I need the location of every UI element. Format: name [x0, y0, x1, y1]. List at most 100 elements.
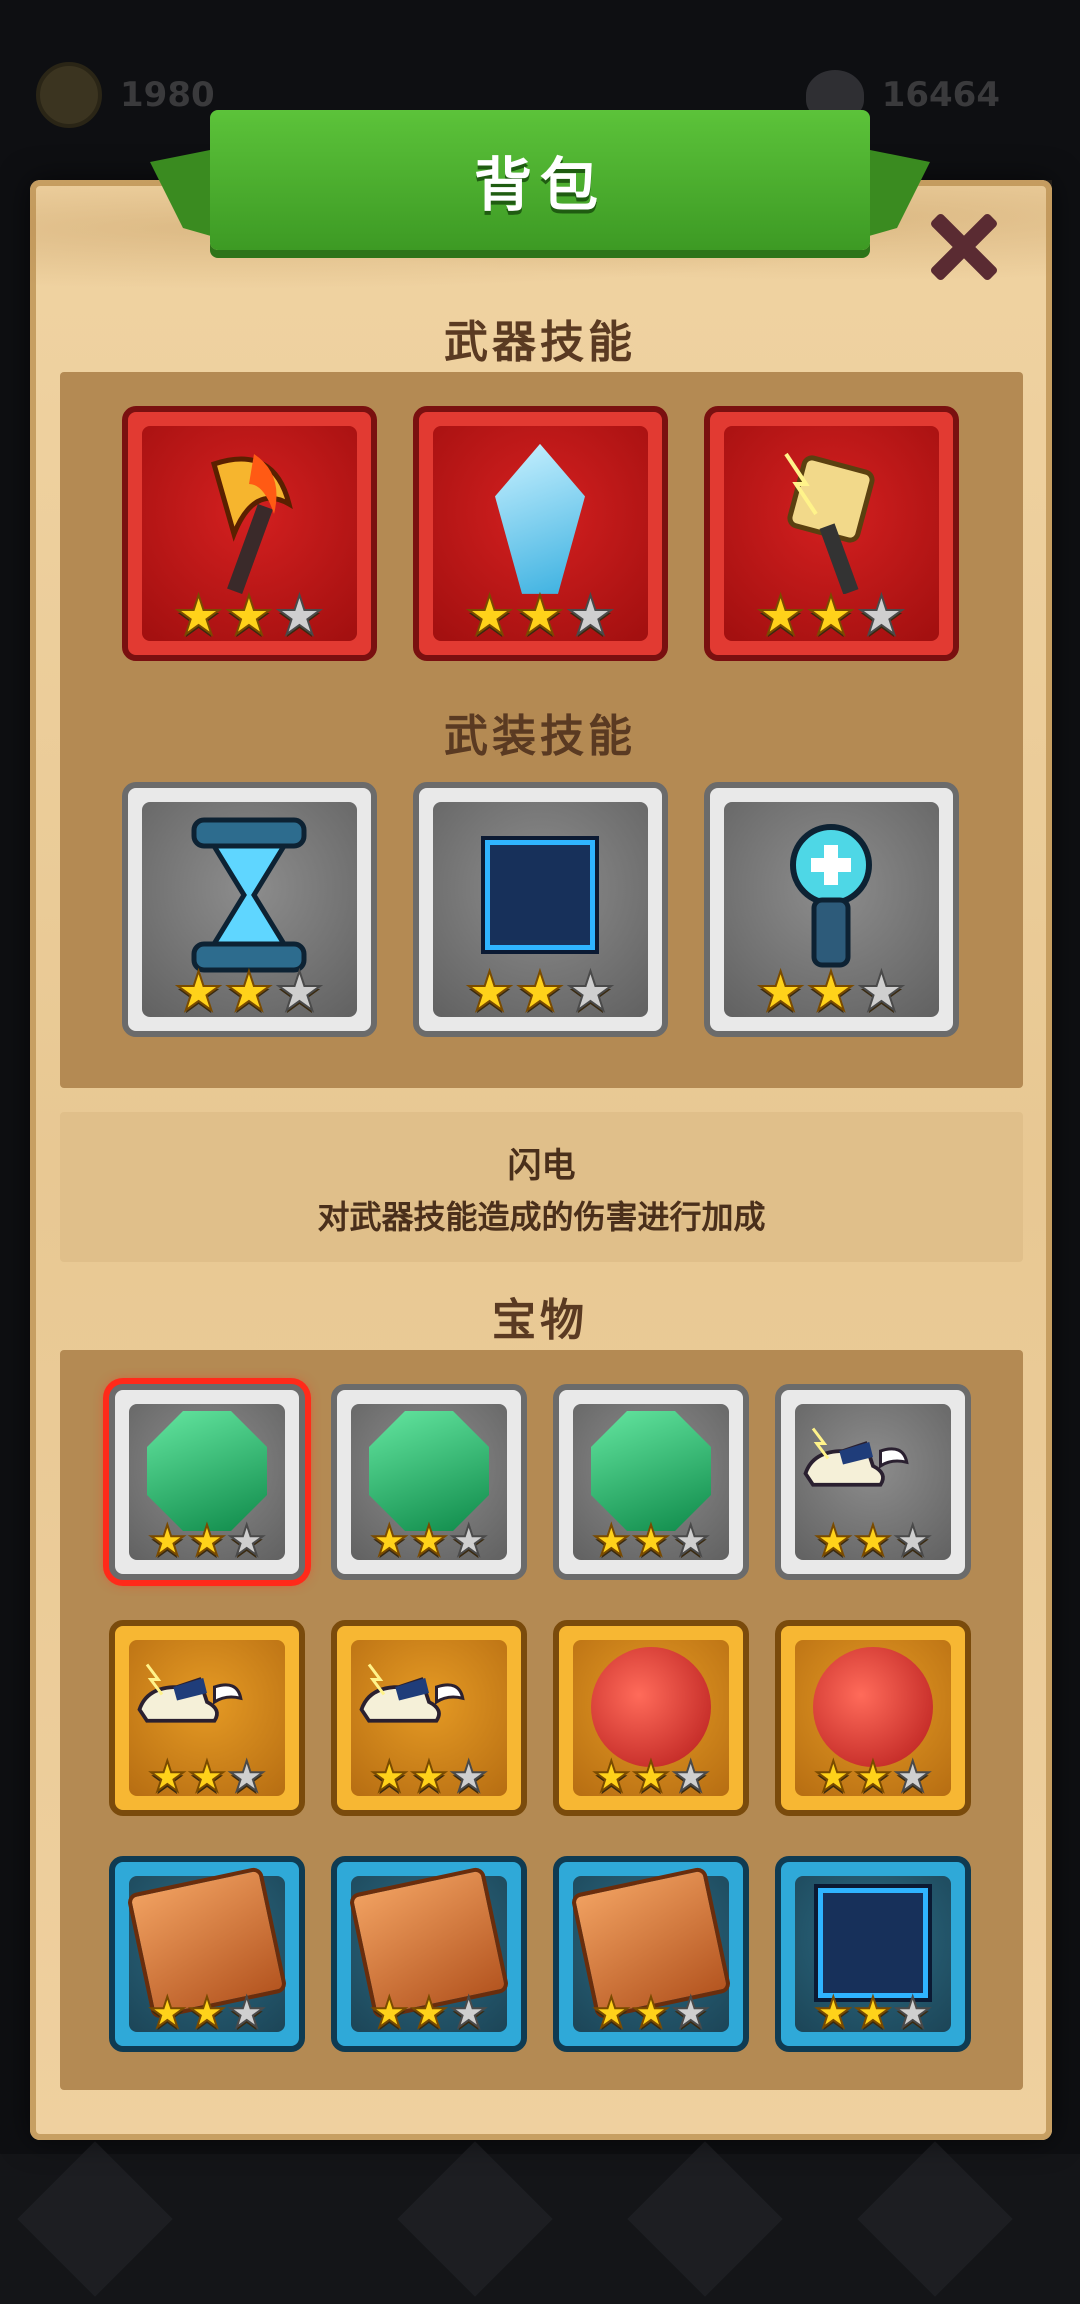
weapon-skill-slot[interactable]: ★ ★ ★ [412, 406, 668, 661]
star-filled-icon: ★ [515, 584, 565, 647]
lightning-hammer-icon [776, 444, 886, 595]
treasure-slot[interactable]: ★ ★ ★ [331, 1384, 527, 1580]
dialog-title: 背包 [473, 151, 606, 219]
star-filled-icon: ★ [370, 1516, 410, 1565]
star-filled-icon: ★ [814, 1752, 854, 1801]
skill-name: 闪电 [507, 1146, 576, 1186]
winged-shoe-icon [354, 1657, 504, 1757]
star-filled-icon: ★ [464, 584, 514, 647]
armor-skill-slot[interactable]: ★ ★ ★ [412, 782, 668, 1037]
star-rating: ★ ★ ★ [337, 1752, 521, 1801]
star-rating: ★ ★ ★ [419, 960, 662, 1023]
treasure-slot[interactable]: ★ ★ ★ [553, 1856, 749, 2052]
treasure-slot[interactable]: ★ ★ ★ [331, 1620, 527, 1816]
star-empty-icon: ★ [227, 1988, 267, 2037]
weapon-skill-slot[interactable]: ★ ★ ★ [703, 406, 959, 661]
star-filled-icon: ★ [592, 1516, 632, 1565]
treasure-slot[interactable]: ★ ★ ★ [109, 1384, 305, 1580]
star-rating: ★ ★ ★ [337, 1988, 521, 2037]
star-filled-icon: ★ [370, 1988, 410, 2037]
treasure-slot[interactable]: ★ ★ ★ [331, 1856, 527, 2052]
star-filled-icon: ★ [148, 1516, 188, 1565]
star-rating: ★ ★ ★ [781, 1752, 965, 1801]
star-filled-icon: ★ [187, 1988, 227, 2037]
star-filled-icon: ★ [631, 1988, 671, 2037]
winged-shoe-icon [798, 1421, 948, 1521]
star-filled-icon: ★ [173, 960, 223, 1023]
red-pot-icon [591, 1646, 711, 1767]
red-pot-icon [813, 1646, 933, 1767]
treasure-slot[interactable]: ★ ★ ★ [775, 1856, 971, 2052]
star-rating: ★ ★ ★ [128, 584, 371, 647]
star-filled-icon: ★ [853, 1988, 893, 2037]
winged-shoe-icon [132, 1657, 282, 1757]
flaming-axe-icon [194, 444, 304, 594]
energy-cube-icon [481, 835, 599, 954]
star-rating: ★ ★ ★ [781, 1516, 965, 1565]
arrow-icon [17, 2141, 173, 2297]
armor-skills-title: 武装技能 [444, 711, 636, 762]
skull-nav-icon [397, 2141, 553, 2297]
star-empty-icon: ★ [449, 1516, 489, 1565]
star-filled-icon: ★ [592, 1988, 632, 2037]
star-empty-icon: ★ [671, 1988, 711, 2037]
treasure-slot[interactable]: ★ ★ ★ [775, 1384, 971, 1580]
star-rating: ★ ★ ★ [559, 1516, 743, 1565]
star-filled-icon: ★ [370, 1752, 410, 1801]
star-empty-icon: ★ [274, 584, 324, 647]
star-empty-icon: ★ [449, 1752, 489, 1801]
star-empty-icon: ★ [565, 584, 615, 647]
armor-skills-row: ★ ★ ★ ★ ★ ★ ★ ★ ★ [0, 782, 1080, 1037]
star-rating: ★ ★ ★ [781, 1988, 965, 2037]
skill-effect: 对武器技能造成的伤害进行加成 [317, 1198, 766, 1236]
star-empty-icon: ★ [671, 1516, 711, 1565]
star-filled-icon: ★ [806, 584, 856, 647]
star-empty-icon: ★ [227, 1752, 267, 1801]
treasures-row: ★ ★ ★ ★ ★ ★ ★ ★ ★ ★ ★ ★ [0, 1856, 1080, 2052]
star-filled-icon: ★ [631, 1516, 671, 1565]
star-empty-icon: ★ [565, 960, 615, 1023]
treasure-slot[interactable]: ★ ★ ★ [109, 1620, 305, 1816]
armor-skill-slot[interactable]: ★ ★ ★ [703, 782, 959, 1037]
emerald-gem-icon [147, 1410, 267, 1531]
star-rating: ★ ★ ★ [115, 1752, 299, 1801]
star-filled-icon: ★ [853, 1516, 893, 1565]
star-empty-icon: ★ [274, 960, 324, 1023]
star-filled-icon: ★ [409, 1516, 449, 1565]
star-filled-icon: ★ [755, 960, 805, 1023]
star-filled-icon: ★ [853, 1752, 893, 1801]
treasure-slot[interactable]: ★ ★ ★ [109, 1856, 305, 2052]
star-empty-icon: ★ [449, 1988, 489, 2037]
treasure-slot[interactable]: ★ ★ ★ [553, 1384, 749, 1580]
coin-count: 1980 [120, 75, 215, 115]
armor-skill-slot[interactable]: ★ ★ ★ [121, 782, 377, 1037]
treasure-slot[interactable]: ★ ★ ★ [553, 1620, 749, 1816]
treasures-title: 宝物 [492, 1295, 588, 1346]
treasure-slot[interactable]: ★ ★ ★ [775, 1620, 971, 1816]
hourglass-icon [174, 810, 324, 980]
star-rating: ★ ★ ★ [337, 1516, 521, 1565]
coin-counter: 1980 [36, 62, 215, 128]
star-rating: ★ ★ ★ [419, 584, 662, 647]
treasures-row: ★ ★ ★ ★ ★ ★ ★ ★ ★ ★ ★ ★ [0, 1620, 1080, 1816]
heal-flashlight-icon [776, 820, 886, 970]
star-empty-icon: ★ [856, 584, 906, 647]
close-icon[interactable] [926, 210, 1000, 284]
star-filled-icon: ★ [806, 960, 856, 1023]
treasures-row: ★ ★ ★ ★ ★ ★ ★ ★ ★ ★ ★ ★ [0, 1384, 1080, 1580]
star-filled-icon: ★ [515, 960, 565, 1023]
weapon-skills-title: 武器技能 [444, 317, 636, 368]
star-filled-icon: ★ [187, 1752, 227, 1801]
star-filled-icon: ★ [148, 1988, 188, 2037]
star-rating: ★ ★ ★ [710, 960, 953, 1023]
star-filled-icon: ★ [224, 584, 274, 647]
title-banner: 背包 [210, 110, 870, 250]
weapon-skill-slot[interactable]: ★ ★ ★ [121, 406, 377, 661]
star-filled-icon: ★ [148, 1752, 188, 1801]
star-filled-icon: ★ [631, 1752, 671, 1801]
star-empty-icon: ★ [893, 1752, 933, 1801]
skull-count: 16464 [881, 75, 1000, 115]
star-empty-icon: ★ [893, 1516, 933, 1565]
star-filled-icon: ★ [173, 584, 223, 647]
star-rating: ★ ★ ★ [115, 1988, 299, 2037]
